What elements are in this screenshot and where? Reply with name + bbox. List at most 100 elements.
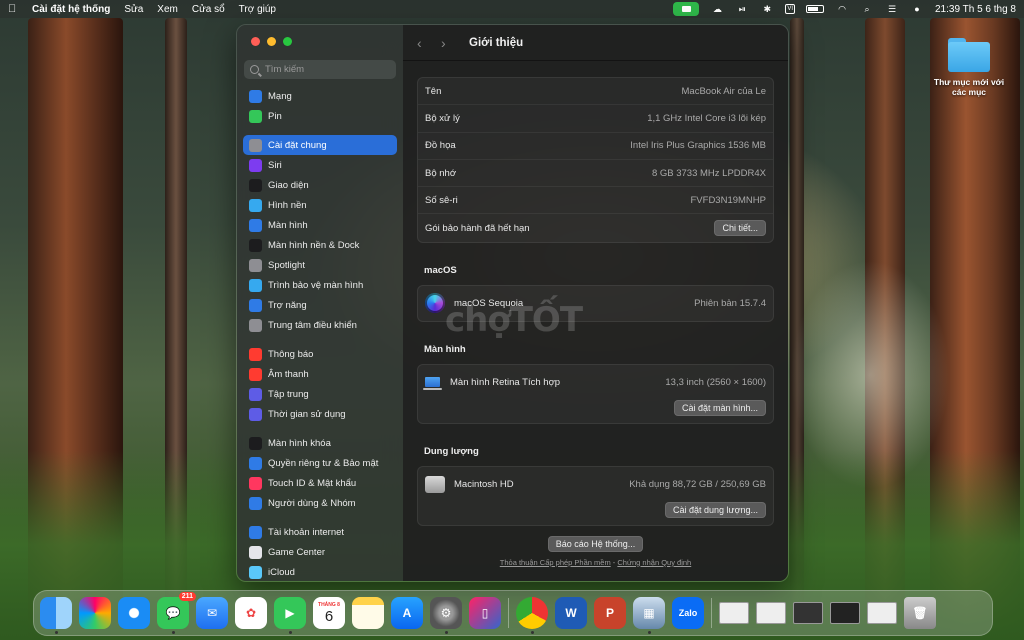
messages-icon[interactable]: 💬 211 [157,592,196,634]
game-center-icon [249,545,262,559]
sidebar-item-label: Màn hình [268,219,308,231]
macos-sequoia-icon [425,293,445,314]
siri-icon[interactable]: ● [910,4,924,15]
apple-menu-icon[interactable]:  [8,3,20,15]
cloud-icon[interactable]: ☁ [710,4,724,15]
sidebar-item[interactable]: Thời gian sử dụng [243,404,397,424]
app-store-icon[interactable]: A [391,597,423,629]
menu-help[interactable]: Trợ giúp [239,4,276,15]
sidebar-item[interactable]: Siri [243,155,397,175]
minimized-window-thumbnail[interactable] [793,602,823,624]
sidebar-item[interactable]: Spotlight [243,255,397,275]
sidebar-item[interactable]: iCloud [243,562,397,581]
sidebar-item[interactable]: Trung tâm điều khiển [243,315,397,335]
sidebar-item[interactable]: Màn hình khóa [243,433,397,453]
menu-window[interactable]: Cửa sổ [192,4,225,15]
control-center-icon[interactable]: ☰ [885,4,899,15]
preview-icon[interactable]: ▦ [633,597,665,634]
sidebar-item[interactable]: Cài đặt chung [243,135,397,155]
system-report-button[interactable]: Báo cáo Hệ thống... [547,535,644,552]
display-row: Màn hình Retina Tích hợp 13,3 inch (2560… [418,365,773,400]
search-placeholder: Tìm kiếm [265,64,305,75]
sidebar-item[interactable]: Người dùng & Nhóm [243,493,397,513]
calendar-icon[interactable]: THÁNG 8 6 [313,597,345,629]
back-chevron-icon[interactable]: ‹ [417,35,441,51]
chrome-icon[interactable] [516,597,548,634]
spotlight-icon [249,258,262,272]
sidebar-list: Mạng Pin Cài đặt chung Siri Giao diện Hình nề… [243,86,397,581]
menu-view[interactable]: Xem [157,4,178,15]
minimize-window-button[interactable] [267,37,276,46]
menu-edit[interactable]: Sửa [124,4,143,15]
sidebar-item[interactable]: Game Center [243,542,397,562]
bluetooth-icon[interactable]: ✱ [760,4,774,15]
menubar-clock[interactable]: 21:39 Th 5 6 thg 8 [935,4,1016,15]
desktop-folder-label: Thư mục mới với các mục [933,77,1005,97]
spotlight-search-icon[interactable]: ⌕ [860,4,874,15]
warranty-details-button[interactable]: Chi tiết... [714,220,766,237]
spec-row-memory: Bộ nhớ 8 GB 3733 MHz LPDDR4X [418,160,773,188]
sidebar-item[interactable]: Tập trung [243,384,397,404]
desktop-folder[interactable]: Thư mục mới với các mục [930,38,1008,97]
mail-icon[interactable]: ✉ [196,597,228,629]
zoom-window-button[interactable] [283,37,292,46]
sidebar-item[interactable]: Pin [243,106,397,126]
powerpoint-icon[interactable]: P [594,597,626,629]
display-card: Màn hình Retina Tích hợp 13,3 inch (2560… [417,363,774,424]
forward-chevron-icon[interactable]: › [441,35,465,51]
camera-in-use-icon[interactable] [673,2,700,16]
license-agreement-link[interactable]: Thỏa thuận Cấp phép Phần mềm [500,558,611,567]
storage-settings-button[interactable]: Cài đặt dung lượng... [665,501,766,518]
sidebar-item-label: Touch ID & Mật khẩu [268,477,357,489]
footer-separator: - [612,557,616,567]
input-source-icon[interactable]: VI [785,4,795,14]
trash-icon[interactable]: 🗑 [904,597,936,629]
globe-icon [249,89,262,103]
safari-icon[interactable] [118,597,150,629]
minimized-window-thumbnail[interactable] [830,602,860,624]
minimized-window-thumbnail[interactable] [719,602,749,624]
sidebar-item[interactable]: Quyền riêng tư & Bảo mật [243,453,397,473]
sidebar-item[interactable]: Trợ năng [243,295,397,315]
regulatory-cert-link[interactable]: Chứng nhận Quy định [617,558,691,567]
finder-icon[interactable] [40,597,72,634]
spec-value[interactable]: MacBook Air của Le [682,86,767,97]
spec-value: 8 GB 3733 MHz LPDDR4X [651,167,766,179]
notes-icon[interactable] [352,597,384,629]
battery-icon[interactable] [806,5,824,13]
zalo-icon[interactable]: Zalo [672,597,704,629]
at-icon [249,525,262,539]
sidebar-item[interactable]: Âm thanh [243,364,397,384]
play-icon[interactable]: ⏯ [735,4,749,15]
word-icon[interactable]: W [555,597,587,629]
dock-icon [249,238,262,252]
display-settings-button[interactable]: Cài đặt màn hình... [673,399,766,416]
facetime-icon[interactable]: ▶ [274,597,306,634]
focus-icon [249,387,262,401]
sidebar-item[interactable]: Màn hình nền & Dock [243,235,397,255]
launchpad-icon[interactable] [79,597,111,629]
close-window-button[interactable] [251,37,260,46]
sidebar-item[interactable]: Touch ID & Mật khẩu [243,473,397,493]
photos-icon[interactable]: ✿ [235,597,267,629]
toolbar: ‹ › Giới thiệu [403,25,788,61]
fingerprint-icon [249,476,262,490]
battery-icon [249,109,262,123]
sidebar-item[interactable]: Hình nền [243,195,397,215]
app-menu[interactable]: Cài đặt hệ thống [32,4,110,15]
sidebar-item[interactable]: Trình bảo vệ màn hình [243,275,397,295]
wifi-icon[interactable]: ◠ [835,4,849,15]
sidebar-item[interactable]: Tài khoản internet [243,522,397,542]
iphone-mirroring-icon[interactable]: ▯ [469,597,501,629]
hard-drive-icon [425,475,445,493]
sidebar-item[interactable]: Thông báo [243,344,397,364]
minimized-window-thumbnail[interactable] [756,602,786,624]
search-field[interactable]: Tìm kiếm [244,60,396,79]
gear-icon [249,138,262,152]
sidebar-item[interactable]: Giao diện [243,175,397,195]
sidebar-item[interactable]: Mạng [243,86,397,106]
sidebar-item[interactable]: Màn hình [243,215,397,235]
system-settings-icon[interactable]: ⚙ [430,597,462,634]
minimized-window-thumbnail[interactable] [867,602,897,624]
